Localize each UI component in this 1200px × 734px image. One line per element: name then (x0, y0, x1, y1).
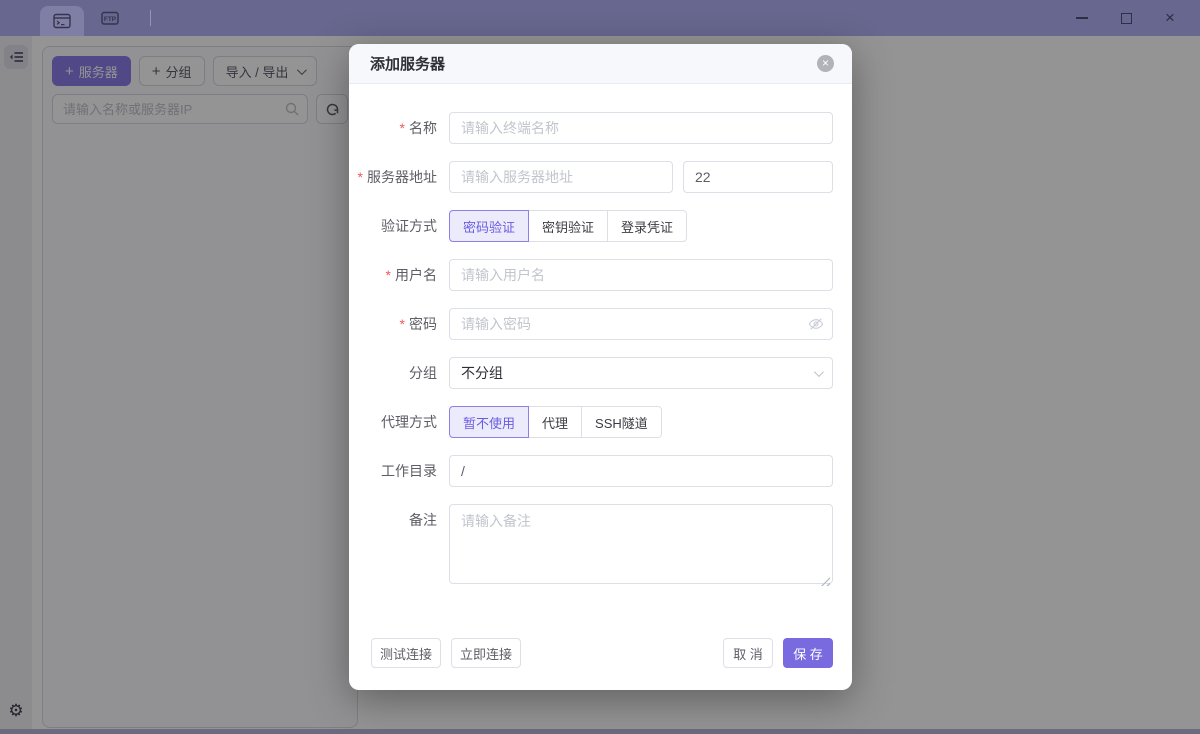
name-input[interactable] (449, 112, 833, 144)
workdir-input[interactable] (449, 455, 833, 487)
ftp-tab-icon: FTP (101, 10, 119, 26)
field-label-proxy: 代理方式 (361, 406, 449, 438)
test-connection-button[interactable]: 测试连接 (371, 638, 441, 668)
group-select[interactable]: 不分组 (449, 357, 833, 389)
form-row-name: * 名称 (361, 112, 833, 144)
proxy-option-proxy[interactable]: 代理 (528, 406, 582, 438)
form-row-workdir: 工作目录 (361, 455, 833, 487)
required-mark: * (400, 308, 405, 340)
auth-option-credential[interactable]: 登录凭证 (607, 210, 687, 242)
form-row-username: * 用户名 (361, 259, 833, 291)
window-controls: × (1060, 0, 1192, 36)
required-mark: * (400, 112, 405, 144)
form-row-remark: 备注 (361, 504, 833, 589)
proxy-method-segmented: 暂不使用 代理 SSH隧道 (449, 406, 662, 438)
form-row-proxy: 代理方式 暂不使用 代理 SSH隧道 (361, 406, 833, 438)
field-label-auth: 验证方式 (361, 210, 449, 242)
tab-ftp[interactable]: FTP (88, 0, 132, 36)
field-label-remark: 备注 (361, 504, 449, 536)
form-row-address: * 服务器地址 (361, 161, 833, 193)
connect-now-button[interactable]: 立即连接 (451, 638, 521, 668)
minimize-button[interactable] (1060, 0, 1104, 36)
field-label-password: * 密码 (361, 308, 449, 340)
form-row-auth: 验证方式 密码验证 密钥验证 登录凭证 (361, 210, 833, 242)
field-label-username: * 用户名 (361, 259, 449, 291)
dialog-footer: 测试连接 立即连接 取 消 保 存 (371, 638, 833, 668)
chevron-down-icon (814, 367, 824, 377)
tab-terminal[interactable] (40, 6, 84, 36)
group-select-value: 不分组 (461, 363, 503, 383)
password-input[interactable] (449, 308, 833, 340)
field-label-group: 分组 (361, 357, 449, 389)
form-row-password: * 密码 (361, 308, 833, 340)
maximize-icon (1121, 13, 1132, 24)
maximize-button[interactable] (1104, 0, 1148, 36)
remark-textarea[interactable] (449, 504, 833, 584)
minimize-icon (1076, 17, 1088, 19)
add-server-dialog: 添加服务器 × * 名称 * 服务器地址 (349, 44, 852, 690)
port-input[interactable] (683, 161, 833, 193)
auth-option-key[interactable]: 密钥验证 (528, 210, 608, 242)
required-mark: * (386, 259, 391, 291)
field-label-name: * 名称 (361, 112, 449, 144)
dialog-header: 添加服务器 × (349, 44, 852, 84)
proxy-option-ssh-tunnel[interactable]: SSH隧道 (581, 406, 662, 438)
required-mark: * (358, 161, 363, 193)
auth-option-password[interactable]: 密码验证 (449, 210, 529, 242)
titlebar-drag-region (151, 0, 1060, 36)
dialog-title: 添加服务器 (370, 53, 445, 74)
proxy-option-none[interactable]: 暂不使用 (449, 406, 529, 438)
svg-text:FTP: FTP (104, 16, 117, 23)
field-label-workdir: 工作目录 (361, 455, 449, 487)
eye-off-icon[interactable] (808, 316, 824, 332)
close-window-button[interactable]: × (1148, 0, 1192, 36)
dialog-body: * 名称 * 服务器地址 (349, 84, 852, 606)
auth-method-segmented: 密码验证 密钥验证 登录凭证 (449, 210, 687, 242)
titlebar: FTP × (0, 0, 1200, 36)
server-address-input[interactable] (449, 161, 673, 193)
app-body: ⚙ + 服务器 + 分组 导入 / 导出 (0, 36, 1200, 734)
field-label-address: * 服务器地址 (361, 161, 449, 193)
username-input[interactable] (449, 259, 833, 291)
app-window: FTP × ⚙ (0, 0, 1200, 734)
form-row-group: 分组 不分组 (361, 357, 833, 389)
terminal-tab-icon (53, 13, 71, 29)
save-button[interactable]: 保 存 (783, 638, 833, 668)
dialog-close-button[interactable]: × (817, 55, 834, 72)
cancel-button[interactable]: 取 消 (723, 638, 773, 668)
